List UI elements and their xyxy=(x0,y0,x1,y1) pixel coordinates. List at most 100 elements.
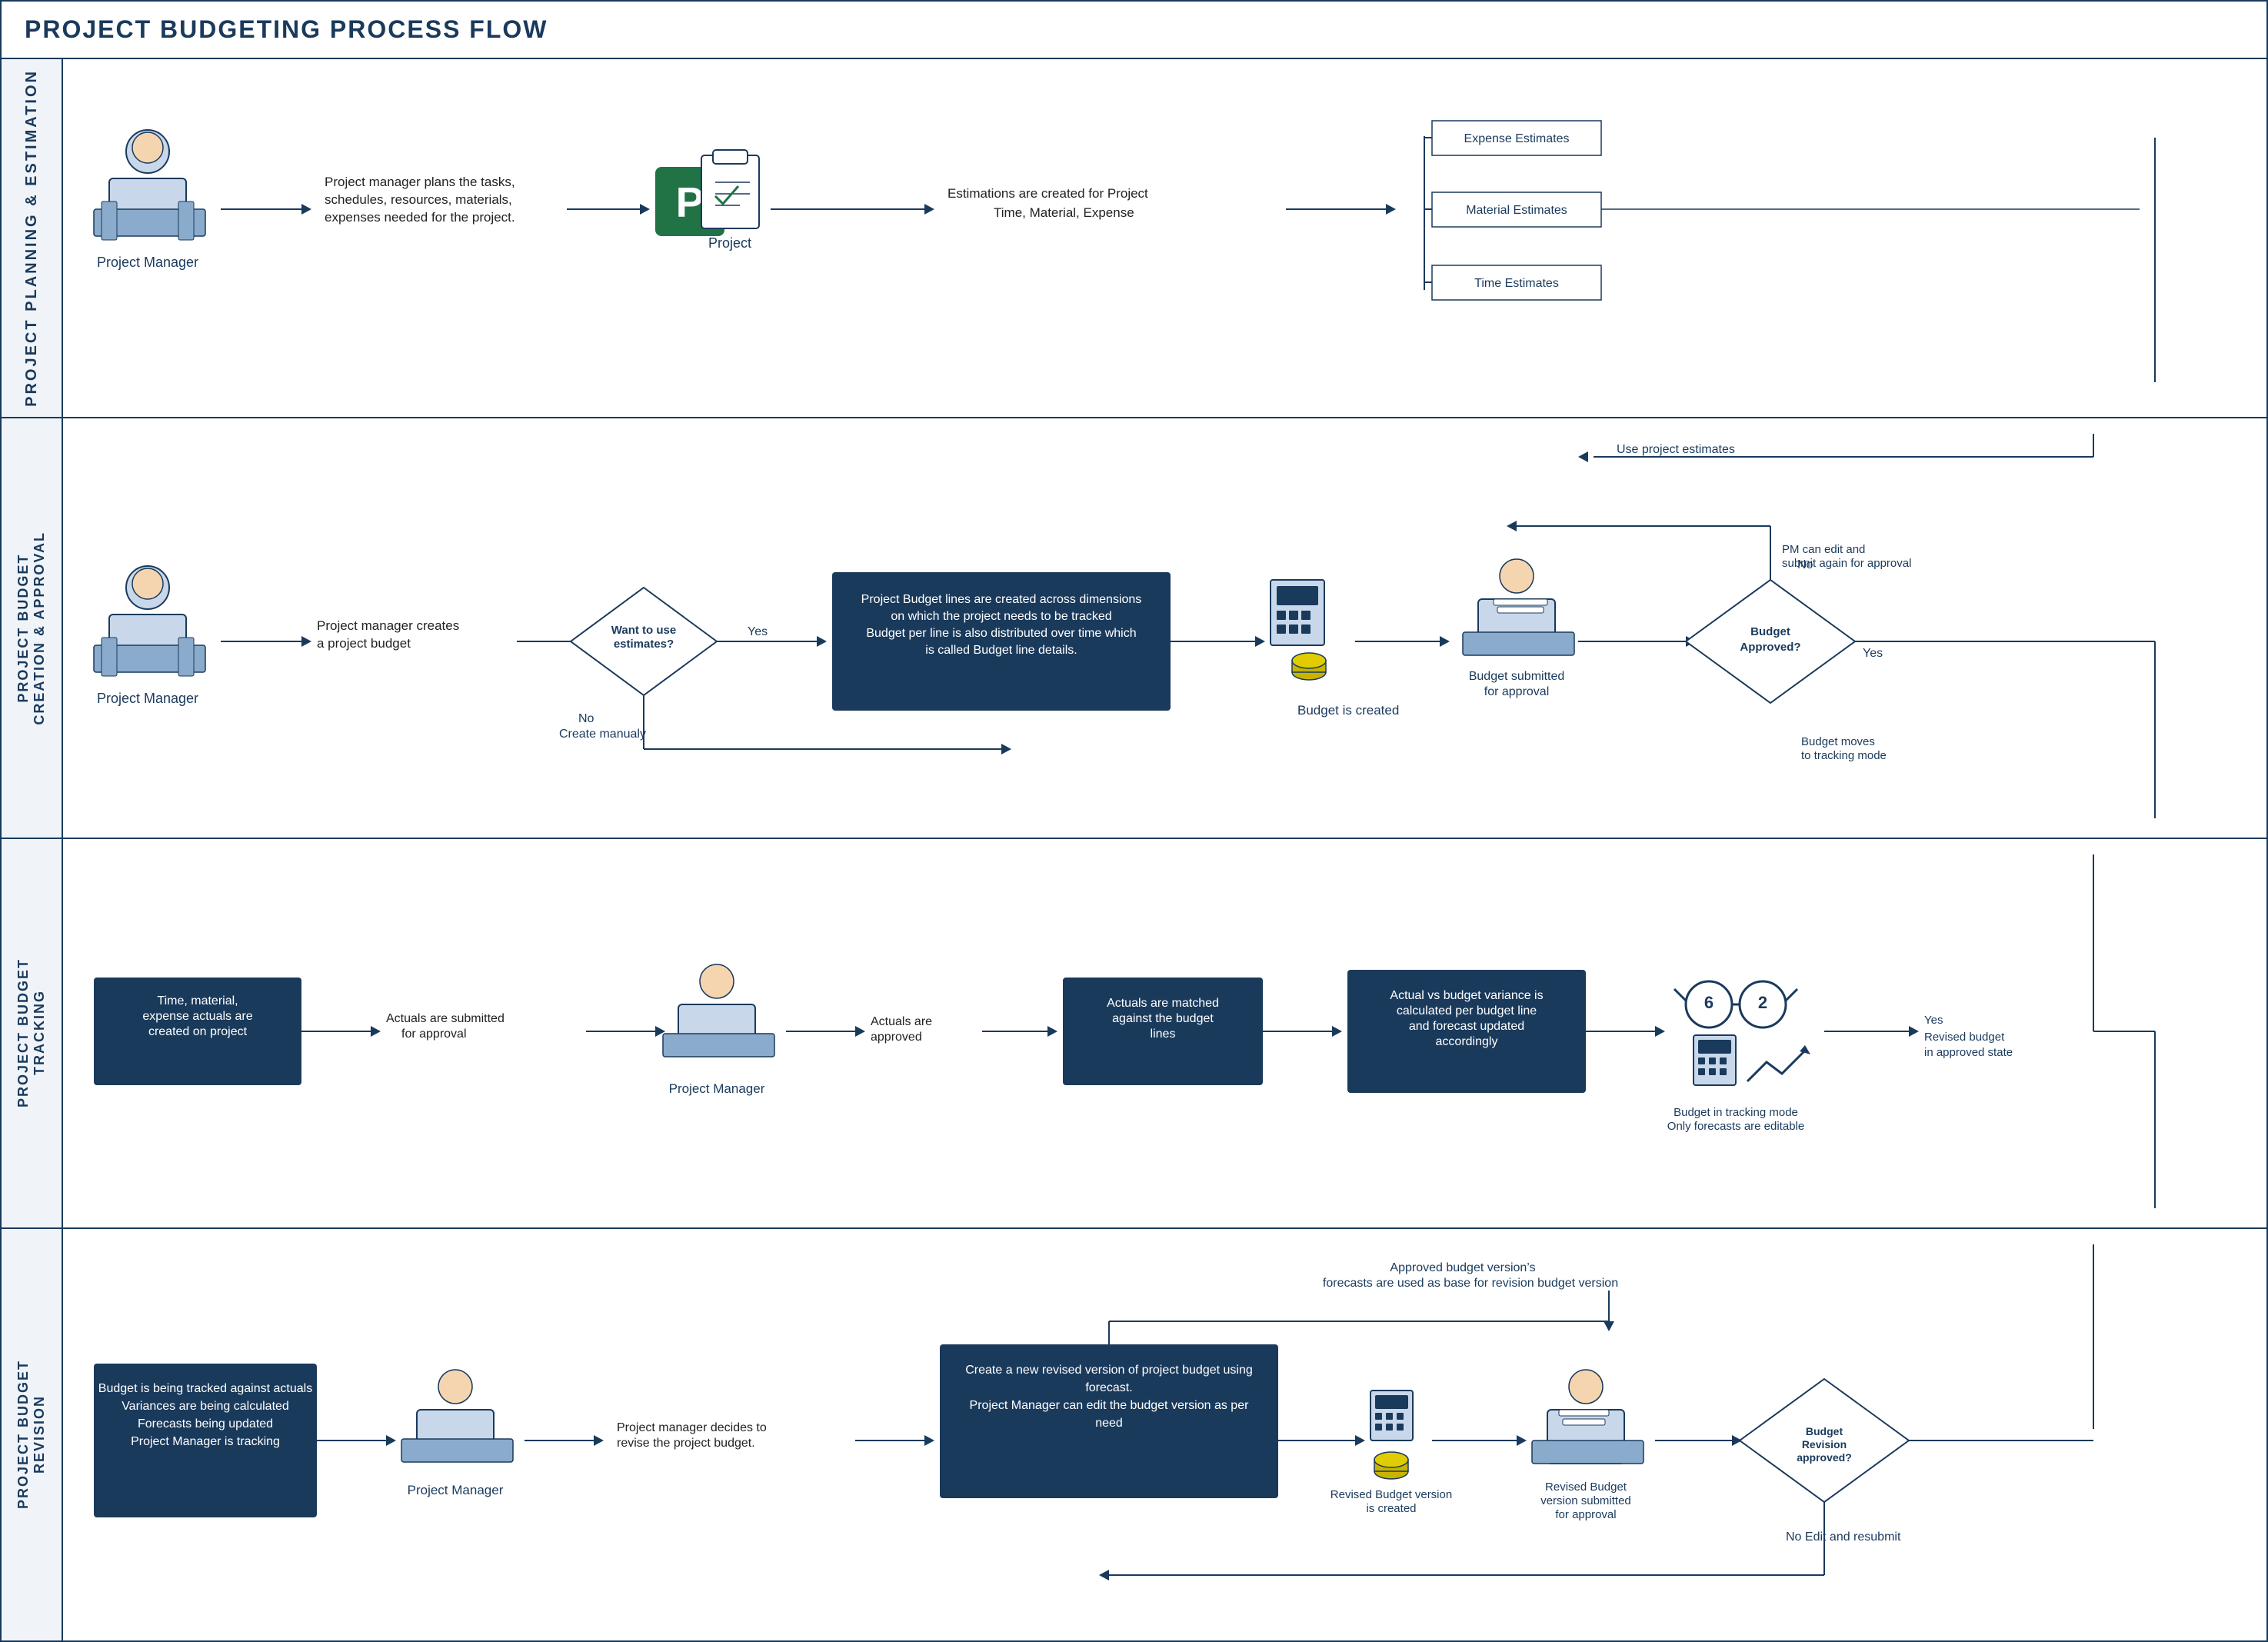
lane2-diagram: Use project estimates Project Manager xyxy=(78,434,2247,818)
svg-text:forecasts are used as base for: forecasts are used as base for revision … xyxy=(1323,1277,1618,1290)
svg-text:on which the project needs to: on which the project needs to be tracked xyxy=(891,610,1111,623)
lane-label-planning: PROJECT PLANNING & ESTIMATION xyxy=(2,59,63,417)
svg-text:No Edit and resubmit: No Edit and resubmit xyxy=(1786,1530,1901,1544)
svg-text:Actuals are submitted: Actuals are submitted xyxy=(386,1012,505,1025)
svg-text:Forecasts being updated: Forecasts being updated xyxy=(138,1417,273,1431)
svg-text:2: 2 xyxy=(1758,993,1767,1012)
svg-text:for approval: for approval xyxy=(1484,685,1550,698)
svg-text:Revision: Revision xyxy=(1802,1438,1847,1450)
svg-text:Actuals are matched: Actuals are matched xyxy=(1107,997,1219,1010)
svg-text:accordingly: accordingly xyxy=(1436,1035,1498,1048)
page-title: PROJECT BUDGETING PROCESS FLOW xyxy=(2,2,2266,59)
svg-text:need: need xyxy=(1095,1417,1123,1430)
svg-text:Project manager decides to: Project manager decides to xyxy=(617,1421,767,1434)
svg-text:Want to use: Want to use xyxy=(611,624,676,637)
svg-text:Yes: Yes xyxy=(1924,1014,1943,1027)
svg-text:against the budget: against the budget xyxy=(1112,1012,1214,1025)
svg-text:Actuals are: Actuals are xyxy=(871,1015,932,1028)
svg-text:revise the project budget.: revise the project budget. xyxy=(617,1437,755,1450)
main-content: PROJECT PLANNING & ESTIMATION Project M xyxy=(2,59,2266,1640)
svg-text:is called Budget line details.: is called Budget line details. xyxy=(925,644,1077,657)
svg-text:Budget in tracking mode: Budget in tracking mode xyxy=(1674,1106,1798,1119)
lane-label-budget-creation: PROJECT BUDGETCREATION & APPROVAL xyxy=(2,418,63,838)
lane-planning: PROJECT PLANNING & ESTIMATION Project M xyxy=(2,59,2266,418)
svg-text:version submitted: version submitted xyxy=(1540,1494,1631,1507)
lane-content-budget-creation: Use project estimates Project Manager xyxy=(63,418,2266,838)
svg-text:Project Manager: Project Manager xyxy=(97,255,198,270)
svg-text:a project budget: a project budget xyxy=(317,636,411,651)
svg-text:Budget: Budget xyxy=(1750,625,1790,638)
svg-text:Time, material,: Time, material, xyxy=(157,994,238,1008)
svg-text:Expense Estimates: Expense Estimates xyxy=(1464,132,1570,145)
svg-text:expense actuals are: expense actuals are xyxy=(142,1010,252,1023)
svg-text:in approved state: in approved state xyxy=(1924,1046,2013,1059)
lane-budget-revision: PROJECT BUDGETREVISION Approved budget v… xyxy=(2,1229,2266,1640)
svg-text:Revised budget: Revised budget xyxy=(1924,1031,2005,1044)
svg-text:Create a new revised version o: Create a new revised version of project … xyxy=(965,1364,1253,1377)
svg-text:Approved budget version’s: Approved budget version’s xyxy=(1390,1261,1535,1274)
svg-text:approved: approved xyxy=(871,1031,922,1044)
svg-text:PM can edit and: PM can edit and xyxy=(1782,543,1865,556)
svg-text:submit again for approval: submit again for approval xyxy=(1782,557,1911,570)
svg-text:Project Manager: Project Manager xyxy=(97,691,198,706)
page: PROJECT BUDGETING PROCESS FLOW PROJECT P… xyxy=(0,0,2268,1642)
svg-text:expenses needed for the projec: expenses needed for the project. xyxy=(325,210,515,225)
svg-text:Yes: Yes xyxy=(1863,647,1883,660)
lane4-diagram: Approved budget version’s forecasts are … xyxy=(78,1244,2247,1621)
svg-text:estimates?: estimates? xyxy=(614,638,674,651)
lane-label-text-budget-revision: PROJECT BUDGETREVISION xyxy=(15,1360,48,1509)
svg-text:Budget: Budget xyxy=(1806,1425,1843,1437)
svg-text:Budget per line is also distri: Budget per line is also distributed over… xyxy=(866,627,1136,640)
svg-text:Yes: Yes xyxy=(748,625,768,638)
svg-text:Project Manager can edit the b: Project Manager can edit the budget vers… xyxy=(970,1399,1250,1412)
svg-text:for approval: for approval xyxy=(401,1027,467,1041)
svg-text:Project manager creates: Project manager creates xyxy=(317,618,459,633)
svg-text:Variances are being calculated: Variances are being calculated xyxy=(122,1400,289,1413)
svg-text:Budget is being tracked agains: Budget is being tracked against actuals xyxy=(98,1382,312,1395)
lane-label-text-budget-creation: PROJECT BUDGETCREATION & APPROVAL xyxy=(15,531,48,725)
svg-text:for approval: for approval xyxy=(1555,1508,1616,1521)
svg-text:Use project estimates: Use project estimates xyxy=(1617,443,1735,456)
svg-text:created on project: created on project xyxy=(148,1025,248,1038)
lane3-diagram: Time, material, expense actuals are crea… xyxy=(78,854,2247,1208)
lane-budget-tracking: PROJECT BUDGETTRACKING Time, material, e… xyxy=(2,839,2266,1229)
svg-text:calculated per budget line: calculated per budget line xyxy=(1397,1004,1537,1018)
svg-text:P: P xyxy=(676,178,704,226)
lane-label-text-budget-tracking: PROJECT BUDGETTRACKING xyxy=(15,958,48,1107)
svg-text:is created: is created xyxy=(1366,1502,1416,1515)
svg-text:Actual vs budget variance is: Actual vs budget variance is xyxy=(1390,989,1543,1002)
svg-text:Material Estimates: Material Estimates xyxy=(1466,204,1567,217)
svg-text:Create manualy: Create manualy xyxy=(559,728,646,741)
svg-text:Project manager plans the task: Project manager plans the tasks, xyxy=(325,175,515,189)
svg-text:6: 6 xyxy=(1704,993,1713,1012)
svg-text:Revised Budget version: Revised Budget version xyxy=(1330,1488,1452,1501)
lane-label-budget-revision: PROJECT BUDGETREVISION xyxy=(2,1229,63,1640)
svg-text:No: No xyxy=(578,712,594,725)
svg-text:Project Manager is tracking: Project Manager is tracking xyxy=(131,1435,280,1448)
lane-content-planning: Project Manager Project manager plans th… xyxy=(63,59,2266,417)
lane1-diagram: Project Manager Project manager plans th… xyxy=(78,75,2247,398)
svg-text:schedules, resources, material: schedules, resources, materials, xyxy=(325,192,512,207)
svg-text:Approved?: Approved? xyxy=(1740,641,1800,654)
svg-text:Revised Budget: Revised Budget xyxy=(1545,1480,1627,1494)
svg-text:Project Budget lines are creat: Project Budget lines are created across … xyxy=(861,593,1142,606)
svg-text:forecast.: forecast. xyxy=(1085,1381,1132,1394)
svg-text:to tracking mode: to tracking mode xyxy=(1801,749,1887,762)
lane-label-budget-tracking: PROJECT BUDGETTRACKING xyxy=(2,839,63,1227)
svg-text:Project Manager: Project Manager xyxy=(408,1483,504,1497)
svg-text:Budget moves: Budget moves xyxy=(1801,735,1875,748)
svg-text:Time, Material, Expense: Time, Material, Expense xyxy=(994,205,1134,220)
svg-text:approved?: approved? xyxy=(1797,1451,1852,1464)
svg-text:Budget is created: Budget is created xyxy=(1297,703,1399,718)
svg-text:Estimations are created for Pr: Estimations are created for Project xyxy=(947,186,1148,201)
svg-text:Project: Project xyxy=(708,235,751,251)
pm-actor-lane1: Project Manager xyxy=(94,130,205,270)
svg-text:Project Manager: Project Manager xyxy=(669,1081,765,1096)
svg-text:Time Estimates: Time Estimates xyxy=(1474,277,1559,290)
svg-text:and forecast updated: and forecast updated xyxy=(1409,1020,1524,1033)
svg-text:lines: lines xyxy=(1151,1027,1176,1041)
lane-content-budget-tracking: Time, material, expense actuals are crea… xyxy=(63,839,2266,1227)
lane-label-text-planning: PROJECT PLANNING & ESTIMATION xyxy=(23,69,41,407)
lane-budget-creation: PROJECT BUDGETCREATION & APPROVAL Use pr… xyxy=(2,418,2266,839)
svg-text:Budget submitted: Budget submitted xyxy=(1469,670,1565,683)
